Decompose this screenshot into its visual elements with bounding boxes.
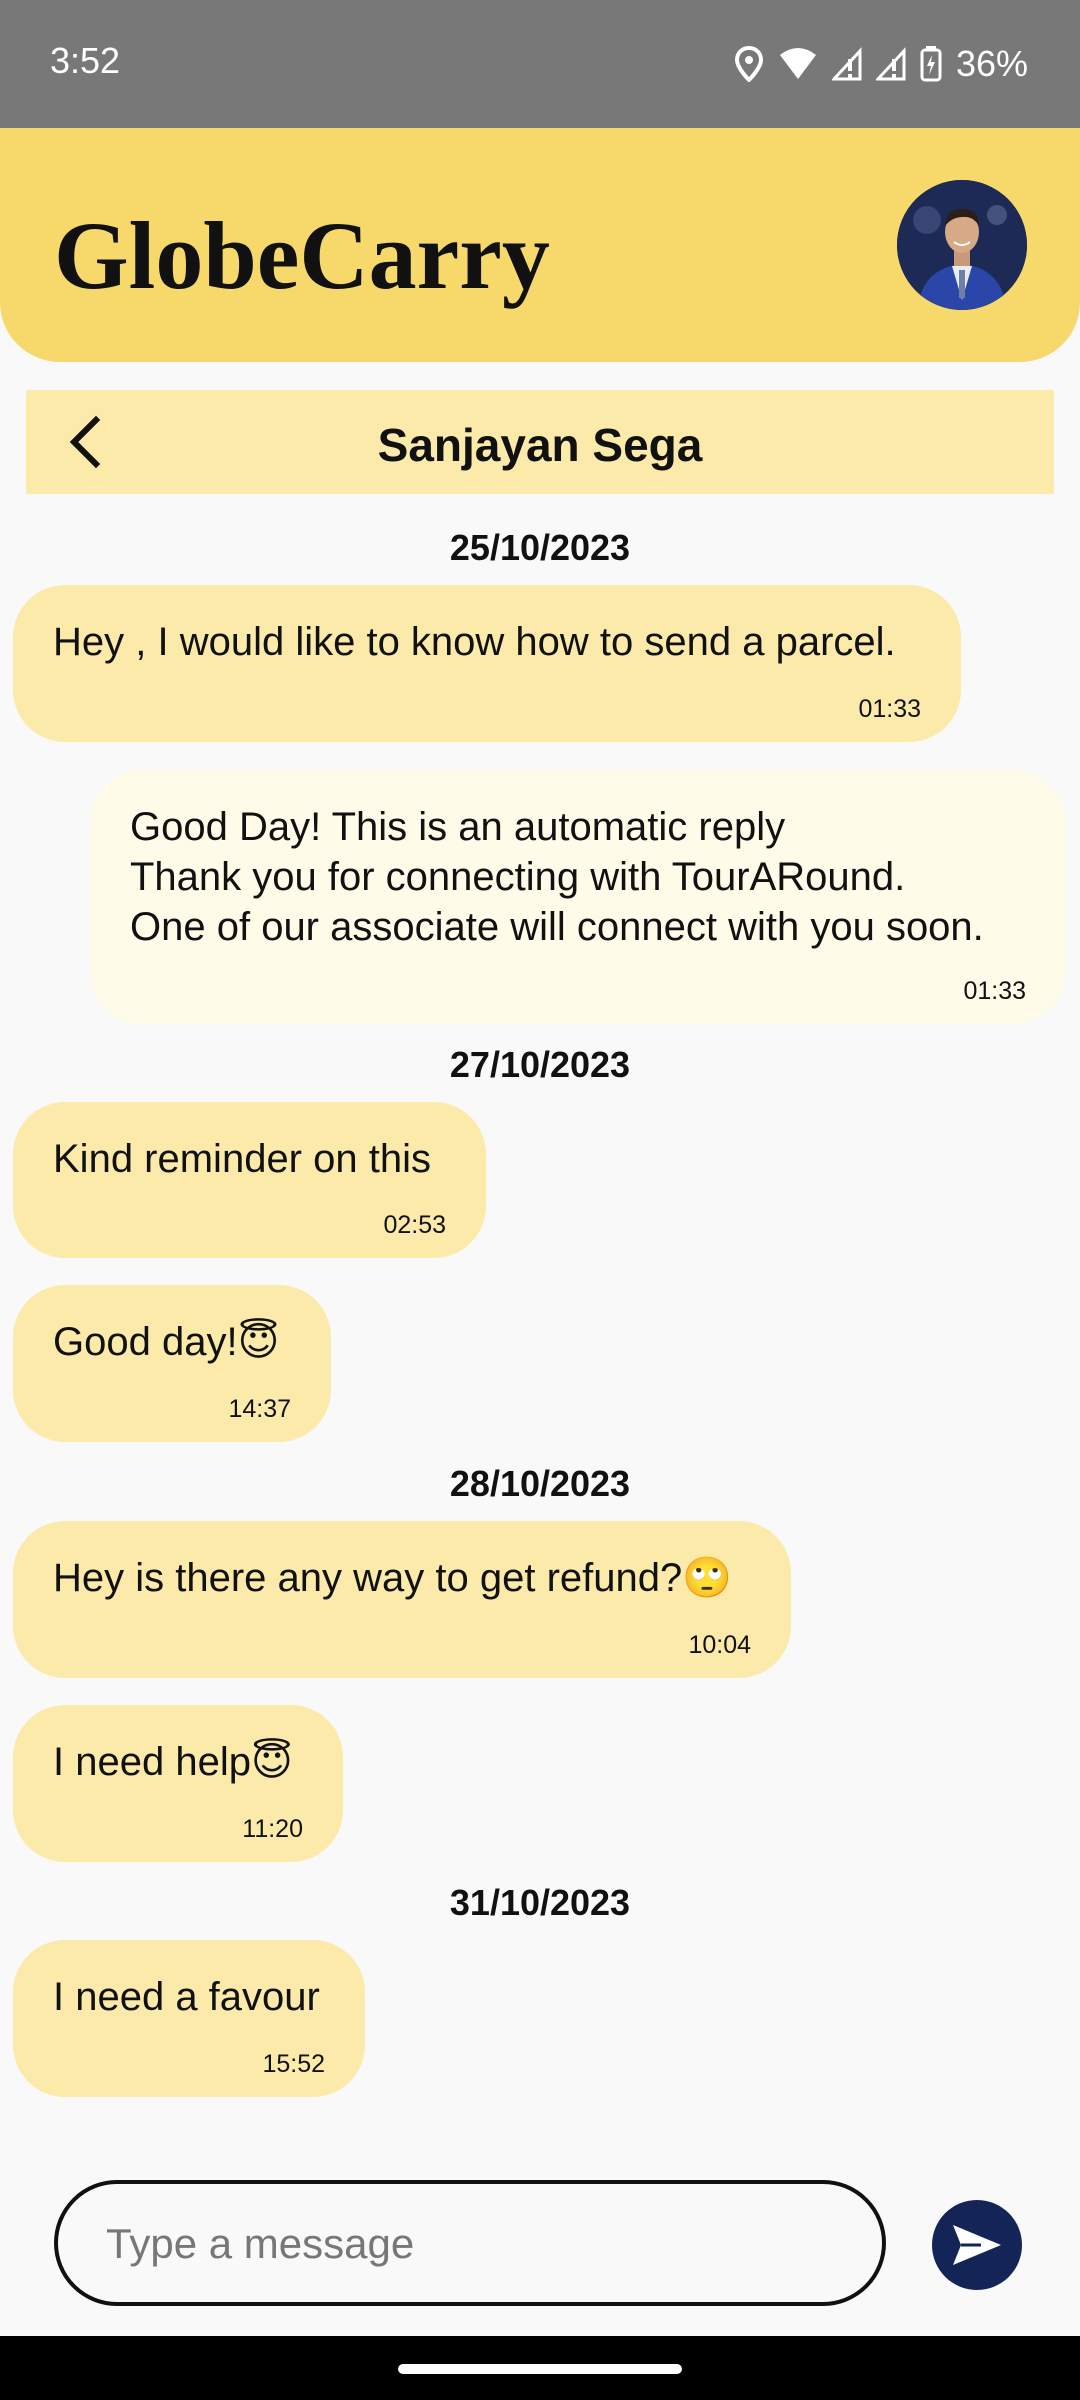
- message-bubble-outgoing[interactable]: Good Day! This is an automatic reply Tha…: [90, 770, 1066, 1024]
- message-text: Hey , I would like to know how to send a…: [53, 620, 896, 664]
- message-text: Good day!😇: [53, 1320, 280, 1364]
- date-separator: 25/10/2023: [449, 527, 631, 568]
- message-text: Hey is there any way to get refund?🙄: [53, 1556, 733, 1600]
- message-text: Good Day! This is an automatic reply Tha…: [130, 805, 984, 949]
- signal-icon: [875, 47, 906, 81]
- send-button[interactable]: [932, 2200, 1022, 2290]
- home-gesture-handle[interactable]: [398, 2364, 682, 2374]
- message-text: I need a favour: [53, 1975, 320, 2019]
- message-time: 15:52: [262, 2050, 325, 2078]
- date-separator: 27/10/2023: [449, 1044, 631, 1085]
- profile-avatar[interactable]: [897, 180, 1027, 310]
- signal-icon: [831, 47, 862, 81]
- message-bubble-incoming[interactable]: Good day!😇 14:37: [13, 1285, 331, 1442]
- system-navigation-bar: [0, 2336, 1080, 2400]
- message-time: 10:04: [688, 1631, 751, 1659]
- send-icon: [953, 2225, 1001, 2265]
- message-text: Kind reminder on this: [53, 1137, 431, 1181]
- contact-name: Sanjayan Sega: [377, 419, 703, 471]
- location-icon: [734, 46, 763, 82]
- message-time: 02:53: [383, 1211, 446, 1239]
- date-separator: 31/10/2023: [449, 1882, 631, 1923]
- message-bubble-incoming[interactable]: Hey is there any way to get refund?🙄 10:…: [13, 1521, 791, 1678]
- wifi-icon: [779, 48, 816, 79]
- message-input[interactable]: [104, 2208, 848, 2280]
- chat-header: Sanjayan Sega: [26, 390, 1054, 494]
- date-separator: 28/10/2023: [449, 1463, 631, 1504]
- message-bubble-incoming[interactable]: I need help😇 11:20: [13, 1705, 343, 1862]
- status-icons: 36%: [734, 36, 1028, 92]
- app-title: GlobeCarry: [54, 202, 550, 309]
- status-bar: 3:52 36%: [0, 0, 1080, 128]
- battery-charging-icon: [920, 46, 942, 82]
- app-header: GlobeCarry: [0, 128, 1080, 362]
- message-bubble-incoming[interactable]: Hey , I would like to know how to send a…: [13, 585, 961, 742]
- message-text: I need help😇: [53, 1740, 293, 1784]
- message-composer: [54, 2180, 886, 2306]
- message-time: 14:37: [228, 1395, 291, 1423]
- message-bubble-incoming[interactable]: Kind reminder on this 02:53: [13, 1102, 486, 1258]
- message-time: 01:33: [963, 977, 1026, 1005]
- battery-percent: 36%: [955, 43, 1028, 84]
- message-time: 11:20: [242, 1815, 303, 1843]
- message-bubble-incoming[interactable]: I need a favour 15:52: [13, 1940, 365, 2097]
- status-time: 3:52: [50, 40, 121, 81]
- message-time: 01:33: [858, 695, 921, 723]
